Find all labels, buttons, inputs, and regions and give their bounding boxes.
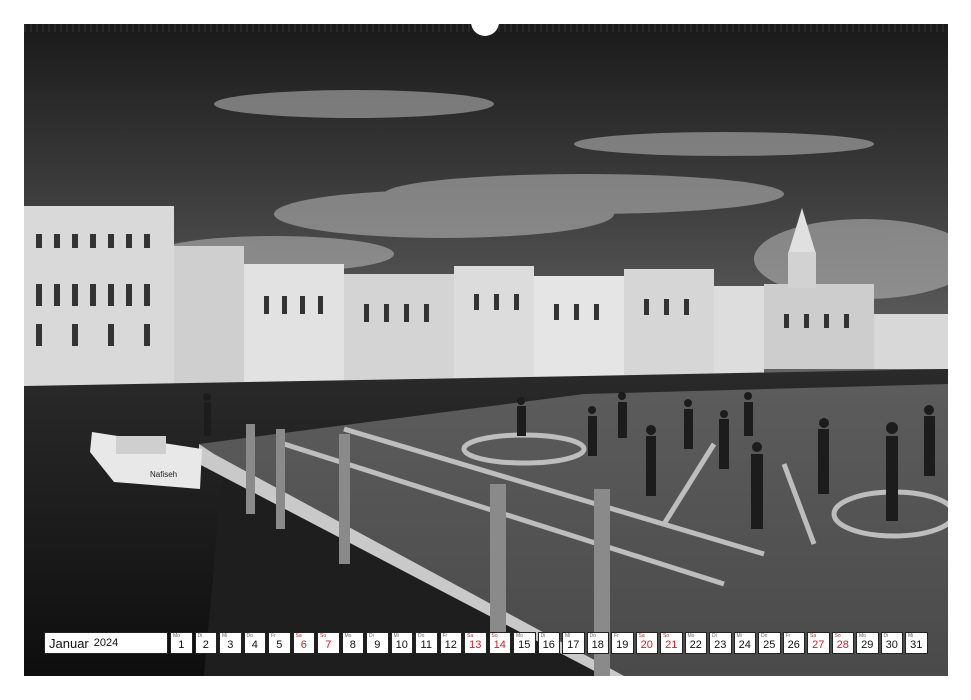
day-cell: Mo 22 <box>684 632 707 654</box>
day-cell: Di 30 <box>880 632 903 654</box>
day-number: 24 <box>738 639 751 651</box>
day-number: 16 <box>542 639 555 651</box>
day-number: 7 <box>325 639 332 651</box>
day-number: 17 <box>567 639 580 651</box>
day-number: 18 <box>591 639 604 651</box>
day-number: 5 <box>276 639 283 651</box>
calendar-strip: Januar 2024 Mo 1 Di 2 Mi 3 Do 4 Fr 5 Sa 6 So 7 Mo 8 Di 9 M… <box>44 632 930 656</box>
day-cell: Fr 19 <box>611 632 634 654</box>
day-number: 21 <box>665 639 678 651</box>
day-number: 11 <box>420 639 432 651</box>
day-number: 25 <box>763 639 776 651</box>
venice-scene: Nafiseh <box>24 24 948 676</box>
day-number: 29 <box>861 639 874 651</box>
day-cell: Sa 20 <box>635 632 658 654</box>
day-cell: Do 18 <box>586 632 609 654</box>
day-number: 3 <box>227 639 234 651</box>
day-cell: Mi 24 <box>733 632 756 654</box>
day-cell: Sa 13 <box>464 632 487 654</box>
day-number: 31 <box>910 639 923 651</box>
day-cell: Mo 15 <box>513 632 536 654</box>
day-number: 20 <box>640 639 653 651</box>
day-number: 23 <box>714 639 727 651</box>
day-number: 2 <box>202 639 209 651</box>
day-number: 10 <box>395 639 408 651</box>
day-cell: Do 25 <box>758 632 781 654</box>
calendar-photo: Nafiseh <box>24 24 948 676</box>
day-cell: Mi 10 <box>390 632 413 654</box>
day-cell: Fr 26 <box>782 632 805 654</box>
day-cell: Di 23 <box>709 632 732 654</box>
day-cell: Fr 5 <box>268 632 291 654</box>
day-number: 26 <box>787 639 800 651</box>
day-number: 27 <box>812 639 825 651</box>
day-cell: Mi 31 <box>905 632 928 654</box>
month-label: Januar 2024 <box>44 632 168 654</box>
day-number: 14 <box>493 639 506 651</box>
boat-name: Nafiseh <box>150 470 177 479</box>
day-number: 9 <box>374 639 381 651</box>
day-number: 6 <box>300 639 307 651</box>
day-cell: Di 9 <box>366 632 389 654</box>
day-cell: So 28 <box>831 632 854 654</box>
day-number: 8 <box>349 639 356 651</box>
day-number: 4 <box>251 639 258 651</box>
day-number: 28 <box>836 639 849 651</box>
month-year: 2024 <box>93 637 119 649</box>
day-number: 13 <box>469 639 482 651</box>
day-number: 30 <box>885 639 898 651</box>
day-cell: So 14 <box>488 632 511 654</box>
day-cell: Mo 1 <box>170 632 193 654</box>
day-number: 19 <box>616 639 629 651</box>
day-number: 1 <box>178 639 185 651</box>
day-cell: Sa 6 <box>292 632 315 654</box>
day-number: 12 <box>444 639 457 651</box>
day-cell: Mi 17 <box>562 632 585 654</box>
day-cell: Mo 29 <box>856 632 879 654</box>
day-cell: So 7 <box>317 632 340 654</box>
day-cell: Mo 8 <box>341 632 364 654</box>
day-cell: Di 2 <box>194 632 217 654</box>
day-cells: Mo 1 Di 2 Mi 3 Do 4 Fr 5 Sa 6 So 7 Mo 8 Di 9 Mi 10 Do 11 Fr 12 S… <box>170 632 930 656</box>
day-cell: Do 11 <box>415 632 438 654</box>
day-cell: Sa 27 <box>807 632 830 654</box>
month-name: Januar <box>49 635 89 651</box>
day-cell: Mi 3 <box>219 632 242 654</box>
day-number: 22 <box>689 639 702 651</box>
day-number: 15 <box>518 639 531 651</box>
day-cell: Do 4 <box>243 632 266 654</box>
day-cell: So 21 <box>660 632 683 654</box>
day-cell: Di 16 <box>537 632 560 654</box>
day-cell: Fr 12 <box>439 632 462 654</box>
